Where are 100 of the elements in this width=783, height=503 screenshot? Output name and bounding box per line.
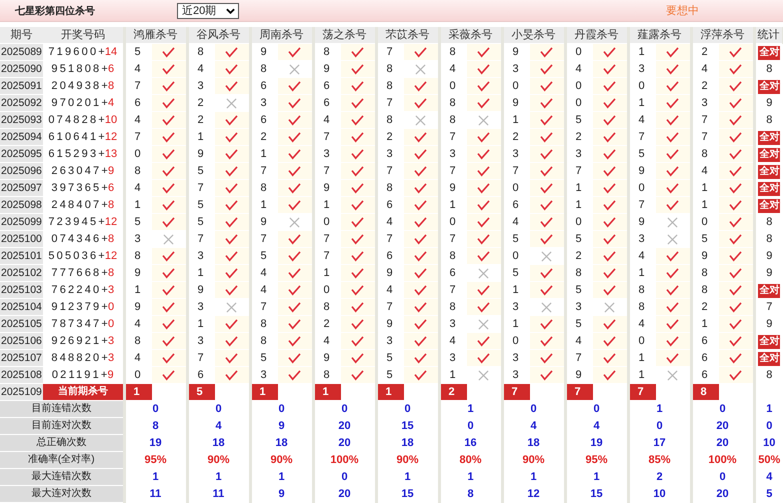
kill-digit: 1 (576, 199, 582, 211)
kill-digit: 7 (324, 233, 330, 245)
column-header: 鸿雁杀号 (124, 27, 187, 44)
summary-value: 95% (144, 454, 167, 466)
kill-digit: 0 (512, 335, 519, 347)
kill-digit: 3 (198, 301, 204, 313)
summary-value: 20 (338, 437, 351, 449)
kill-digit: 5 (576, 318, 582, 330)
kill-digit: 4 (638, 250, 645, 262)
kill-digit: 3 (450, 318, 456, 330)
kill-digit: 8 (324, 46, 330, 58)
kill-digit: 4 (576, 335, 582, 347)
summary-value: 0 (278, 403, 285, 415)
draw-numbers: 926921+3 (51, 335, 114, 347)
draw-numbers: 248407+8 (51, 199, 114, 211)
kill-digit: 1 (638, 369, 645, 381)
summary-value: 10 (653, 488, 666, 500)
kill-digit: 1 (638, 267, 645, 279)
kill-digit: 7 (702, 131, 708, 143)
kill-digit: 9 (198, 284, 204, 296)
kill-digit: 3 (324, 148, 330, 160)
column-header: 统计 (754, 27, 783, 44)
kill-digit: 8 (450, 250, 456, 262)
summary-value: 4 (593, 420, 600, 432)
kill-digit: 7 (450, 233, 456, 245)
kill-digit: 8 (260, 318, 267, 330)
kill-digit: 4 (450, 335, 456, 347)
kill-digit: 7 (638, 131, 645, 143)
kill-digit: 8 (134, 165, 141, 177)
kill-digit: 7 (386, 165, 393, 177)
summary-value: 0 (467, 420, 474, 432)
summary-value: 9 (278, 488, 285, 500)
kill-digit: 2 (576, 131, 582, 143)
kill-digit: 0 (324, 216, 330, 228)
issue-number: 2025102 (1, 267, 42, 279)
kill-digit: 0 (450, 216, 456, 228)
caret-icon (226, 8, 236, 14)
kill-digit: 6 (386, 199, 393, 211)
kill-digit: 3 (260, 97, 267, 109)
kill-digit: 2 (198, 114, 204, 126)
kill-digit: 9 (260, 46, 267, 58)
period-select[interactable]: 近20期 (177, 2, 240, 18)
summary-value: 85% (648, 454, 671, 466)
all-correct-badge: 全对 (758, 198, 780, 212)
draw-numbers: 204938+8 (51, 80, 114, 92)
draw-numbers: 610641+12 (48, 131, 118, 143)
summary-value: 95% (585, 454, 608, 466)
kill-digit: 3 (134, 233, 141, 245)
issue-number: 2025089 (1, 46, 42, 58)
kill-digit: 2 (576, 250, 582, 262)
draw-numbers: 074828+10 (48, 114, 118, 126)
kill-digit: 5 (198, 165, 204, 177)
summary-value: 1 (530, 471, 537, 483)
column-header: 谷风杀号 (187, 27, 250, 44)
kill-digit: 6 (702, 335, 708, 347)
kill-digit: 5 (512, 233, 519, 245)
kill-digit: 5 (576, 233, 582, 245)
summary-value: 1 (656, 403, 663, 415)
kill-digit: 8 (260, 63, 267, 75)
summary-value: 0 (341, 403, 348, 415)
summary-value: 17 (653, 437, 666, 449)
correct-count: 8 (766, 233, 772, 245)
issue-number: 2025096 (1, 165, 42, 177)
kill-digit: 6 (260, 114, 267, 126)
column-header: 丹霞杀号 (565, 27, 628, 44)
draw-numbers: 074346+8 (51, 233, 114, 245)
kill-digit: 1 (576, 182, 582, 194)
kill-digit: 1 (512, 318, 519, 330)
kill-digit: 4 (134, 318, 141, 330)
kill-digit: 2 (512, 131, 519, 143)
kill-digit: 7 (386, 46, 393, 58)
all-correct-badge: 全对 (758, 334, 780, 348)
kill-digit: 9 (386, 267, 393, 279)
summary-value: 0 (656, 420, 663, 432)
kill-digit: 1 (702, 199, 708, 211)
current-kill-label: 当前期杀号 (43, 384, 124, 400)
kill-digit: 5 (702, 233, 708, 245)
all-correct-badge: 全对 (758, 352, 780, 366)
column-header: 芣苡杀号 (376, 27, 439, 44)
summary-value: 50% (758, 454, 780, 466)
kill-digit: 3 (198, 80, 204, 92)
kill-digit: 8 (450, 114, 456, 126)
kill-digit: 7 (702, 114, 708, 126)
kill-digit: 4 (134, 182, 141, 194)
kill-digit: 4 (702, 165, 708, 177)
summary-value: 1 (152, 471, 159, 483)
kill-digit: 1 (638, 97, 645, 109)
kill-digit: 0 (324, 284, 330, 296)
issue-number: 2025100 (1, 233, 42, 245)
kill-digit: 1 (638, 46, 645, 58)
summary-value: 8 (467, 488, 474, 500)
summary-label: 总正确次数 (36, 437, 86, 448)
kill-digit: 9 (134, 267, 141, 279)
kill-digit: 2 (198, 97, 204, 109)
kill-digit: 5 (576, 284, 582, 296)
kill-digit: 3 (198, 335, 204, 347)
page-title: 七星彩第四位杀号 (15, 4, 96, 18)
kill-digit: 7 (386, 233, 393, 245)
summary-value: 18 (527, 437, 540, 449)
draw-numbers: 970201+4 (51, 97, 114, 109)
